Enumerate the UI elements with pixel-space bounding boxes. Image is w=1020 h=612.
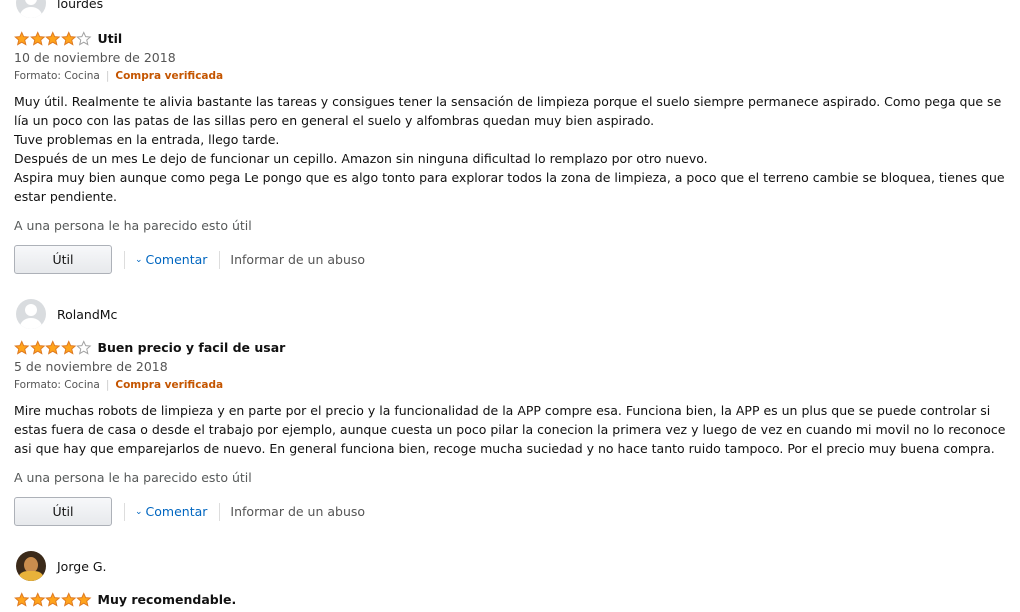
review-paragraph: Después de un mes Le dejo de funcionar u… (14, 151, 708, 166)
comment-label[interactable]: Comentar (146, 252, 208, 267)
helpful-button[interactable]: Útil (14, 497, 112, 526)
reviewer-name[interactable]: Jorge G. (57, 559, 107, 574)
review-body: Mire muchas robots de limpieza y en part… (14, 401, 1016, 458)
reviewer-profile[interactable]: lourdes (16, 0, 103, 18)
star-filled-icon (76, 592, 92, 607)
avatar (16, 0, 46, 18)
review-body: Muy útil. Realmente te alivia bastante l… (14, 92, 1016, 206)
format-label[interactable]: Formato: Cocina (14, 379, 100, 391)
action-divider (219, 502, 221, 521)
avatar (16, 299, 46, 329)
star-filled-icon (60, 340, 76, 355)
review-paragraph: Aspira muy bien aunque como pega Le pong… (14, 170, 1005, 204)
review-date: 10 de noviembre de 2018 (14, 50, 176, 65)
star-filled-icon (29, 340, 45, 355)
review-title[interactable]: Buen precio y facil de usar (98, 340, 286, 355)
review-paragraph: Muy útil. Realmente te alivia bastante l… (14, 94, 1002, 128)
star-filled-icon (14, 340, 30, 355)
helpful-count: A una persona le ha parecido esto útil (14, 218, 252, 233)
review-title[interactable]: Muy recomendable. (98, 592, 237, 607)
star-filled-icon (45, 31, 61, 46)
comment-link[interactable]: ⌄ Comentar (135, 504, 207, 519)
star-empty-icon (76, 31, 92, 46)
report-abuse-link[interactable]: Informar de un abuso (230, 504, 365, 519)
verified-purchase-badge: Compra verificada (115, 379, 224, 391)
review-paragraph: Mire muchas robots de limpieza y en part… (14, 403, 1006, 456)
review-date: 5 de noviembre de 2018 (14, 359, 168, 374)
verified-purchase-badge: Compra verificada (115, 70, 224, 82)
action-divider (124, 502, 125, 521)
format-label[interactable]: Formato: Cocina (14, 70, 100, 82)
reviewer-profile[interactable]: Jorge G. (16, 551, 107, 581)
report-abuse-link[interactable]: Informar de un abuso (230, 252, 365, 267)
meta-divider: | (105, 379, 110, 391)
star-filled-icon (45, 340, 61, 355)
chevron-down-icon: ⌄ (135, 254, 143, 265)
star-empty-icon (76, 340, 92, 355)
helpful-count: A una persona le ha parecido esto útil (14, 470, 252, 485)
reviewer-name[interactable]: lourdes (57, 0, 103, 11)
meta-divider: | (105, 70, 110, 82)
action-divider (124, 250, 125, 269)
star-filled-icon (60, 592, 76, 607)
review-title[interactable]: Util (98, 31, 123, 46)
star-filled-icon (29, 592, 45, 607)
comment-link[interactable]: ⌄ Comentar (135, 252, 207, 267)
star-rating[interactable] (14, 592, 92, 607)
star-filled-icon (29, 31, 45, 46)
helpful-button[interactable]: Útil (14, 245, 112, 274)
reviewer-name[interactable]: RolandMc (57, 307, 117, 322)
comment-label[interactable]: Comentar (146, 504, 208, 519)
star-filled-icon (45, 592, 61, 607)
chevron-down-icon: ⌄ (135, 506, 143, 517)
star-filled-icon (60, 31, 76, 46)
star-filled-icon (14, 31, 30, 46)
reviewer-profile[interactable]: RolandMc (16, 299, 117, 329)
star-filled-icon (14, 592, 30, 607)
avatar (16, 551, 46, 581)
star-rating[interactable] (14, 340, 92, 355)
star-rating[interactable] (14, 31, 92, 46)
action-divider (219, 250, 221, 269)
review-paragraph: Tuve problemas en la entrada, llego tard… (14, 132, 280, 147)
